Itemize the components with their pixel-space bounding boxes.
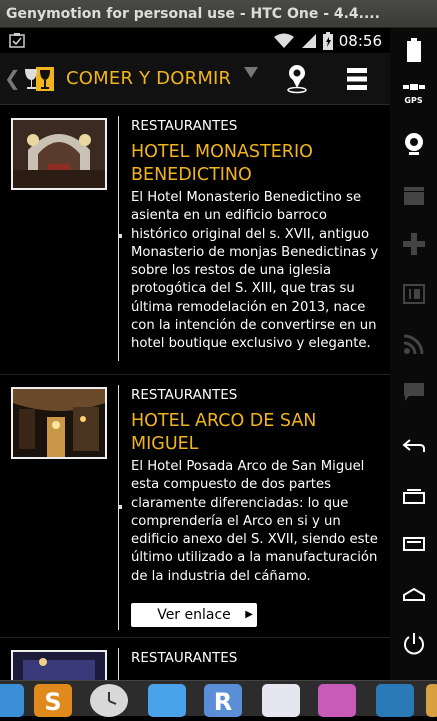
item-category: RESTAURANTES — [131, 387, 238, 403]
sms-widget[interactable] — [390, 372, 437, 412]
hotel-photo[interactable] — [11, 387, 107, 459]
hotel-photo[interactable] — [11, 650, 107, 680]
app-launcher-icon[interactable] — [0, 684, 24, 717]
mysql-workbench-icon[interactable] — [376, 684, 414, 717]
dpad-widget[interactable] — [390, 224, 437, 264]
menu-widget[interactable] — [390, 524, 437, 564]
identifiers-widget[interactable] — [390, 274, 437, 314]
clipboard-icon — [9, 33, 25, 48]
r-studio-icon[interactable]: R — [204, 684, 242, 717]
list-item[interactable]: RESTAURANTES — [0, 638, 390, 680]
list-item[interactable]: RESTAURANTES HOTEL ARCO DE SAN MIGUEL El… — [0, 375, 390, 638]
app-action-bar: ❮ COMER Y DORMIR — [0, 53, 390, 105]
sublime-text-icon[interactable]: S — [34, 684, 72, 717]
dpad-icon — [402, 233, 425, 255]
status-bar: 08:56 — [0, 28, 390, 53]
item-title[interactable]: HOTEL ARCO DE SAN MIGUEL — [131, 410, 381, 456]
back-arrow-icon — [401, 439, 425, 452]
power-widget[interactable] — [390, 624, 437, 664]
svg-text:R: R — [214, 688, 232, 716]
item-title[interactable]: HOTEL MONASTERIO BENEDICTINO — [131, 141, 381, 187]
battery-icon — [406, 38, 421, 62]
clock-icon[interactable] — [90, 684, 128, 717]
svg-text:S: S — [44, 688, 61, 716]
recent-apps-icon — [402, 489, 425, 504]
places-list: RESTAURANTES HOTEL MONASTERIO BENEDICTIN… — [0, 106, 390, 680]
item-divider — [118, 385, 122, 630]
clapperboard-icon — [403, 187, 424, 205]
arrow-right-icon: ▶ — [245, 609, 253, 620]
view-link-button[interactable]: Ver enlace ▶ — [131, 603, 257, 627]
item-description: El Hotel Posada Arco de San Miguel esta … — [131, 459, 378, 584]
power-icon — [403, 633, 424, 655]
list-item[interactable]: RESTAURANTES HOTEL MONASTERIO BENEDICTIN… — [0, 106, 390, 375]
screencast-widget[interactable] — [390, 176, 437, 216]
item-category: RESTAURANTES — [131, 118, 238, 134]
home-widget[interactable] — [390, 574, 437, 614]
id-card-icon — [402, 284, 425, 304]
window-title: Genymotion for personal use - HTC One - … — [6, 6, 380, 22]
item-divider — [118, 648, 119, 680]
signal-icon — [301, 34, 316, 48]
rss-widget[interactable] — [390, 324, 437, 364]
back-widget[interactable] — [390, 426, 437, 466]
menu-key-icon — [402, 537, 425, 551]
home-icon — [402, 587, 425, 601]
map-pin-icon[interactable] — [286, 64, 308, 94]
view-link-label: Ver enlace — [157, 607, 231, 623]
status-clock: 08:56 — [338, 32, 382, 50]
back-chevron-icon[interactable]: ❮ — [4, 66, 21, 90]
partial-app-icon[interactable] — [426, 684, 437, 717]
item-category: RESTAURANTES — [131, 650, 238, 666]
recent-apps-widget[interactable] — [390, 476, 437, 516]
battery-widget[interactable] — [390, 30, 437, 70]
window-title-bar: Genymotion for personal use - HTC One - … — [0, 0, 437, 28]
webcam-icon — [404, 133, 423, 155]
app-title[interactable]: COMER Y DORMIR — [66, 68, 231, 89]
settings-toggle-icon[interactable] — [318, 684, 356, 717]
chat-bubble-icon — [403, 383, 424, 401]
item-description: El Hotel Monasterio Benedictino se asien… — [131, 190, 379, 352]
gps-label: GPS — [404, 96, 423, 105]
file-manager-icon[interactable] — [148, 684, 186, 717]
satellite-icon — [402, 84, 425, 90]
item-divider — [118, 116, 122, 361]
webcam-widget[interactable] — [390, 124, 437, 164]
rss-icon — [403, 334, 423, 354]
gps-widget[interactable]: GPS — [390, 72, 437, 112]
dropdown-triangle-icon[interactable] — [244, 67, 258, 79]
battery-icon — [322, 32, 333, 50]
wifi-icon — [273, 33, 294, 48]
emulator-control-bar: GPS — [390, 28, 437, 680]
hotel-photo[interactable] — [11, 118, 107, 190]
phone-screen: 08:56 ❮ COMER Y DORMIR RESTAURANTES HOTE… — [0, 28, 390, 680]
wine-glass-logo-icon[interactable] — [22, 65, 56, 93]
desktop-taskbar: S R — [0, 680, 437, 717]
text-editor-icon[interactable] — [262, 684, 300, 717]
menu-icon[interactable] — [346, 67, 368, 91]
